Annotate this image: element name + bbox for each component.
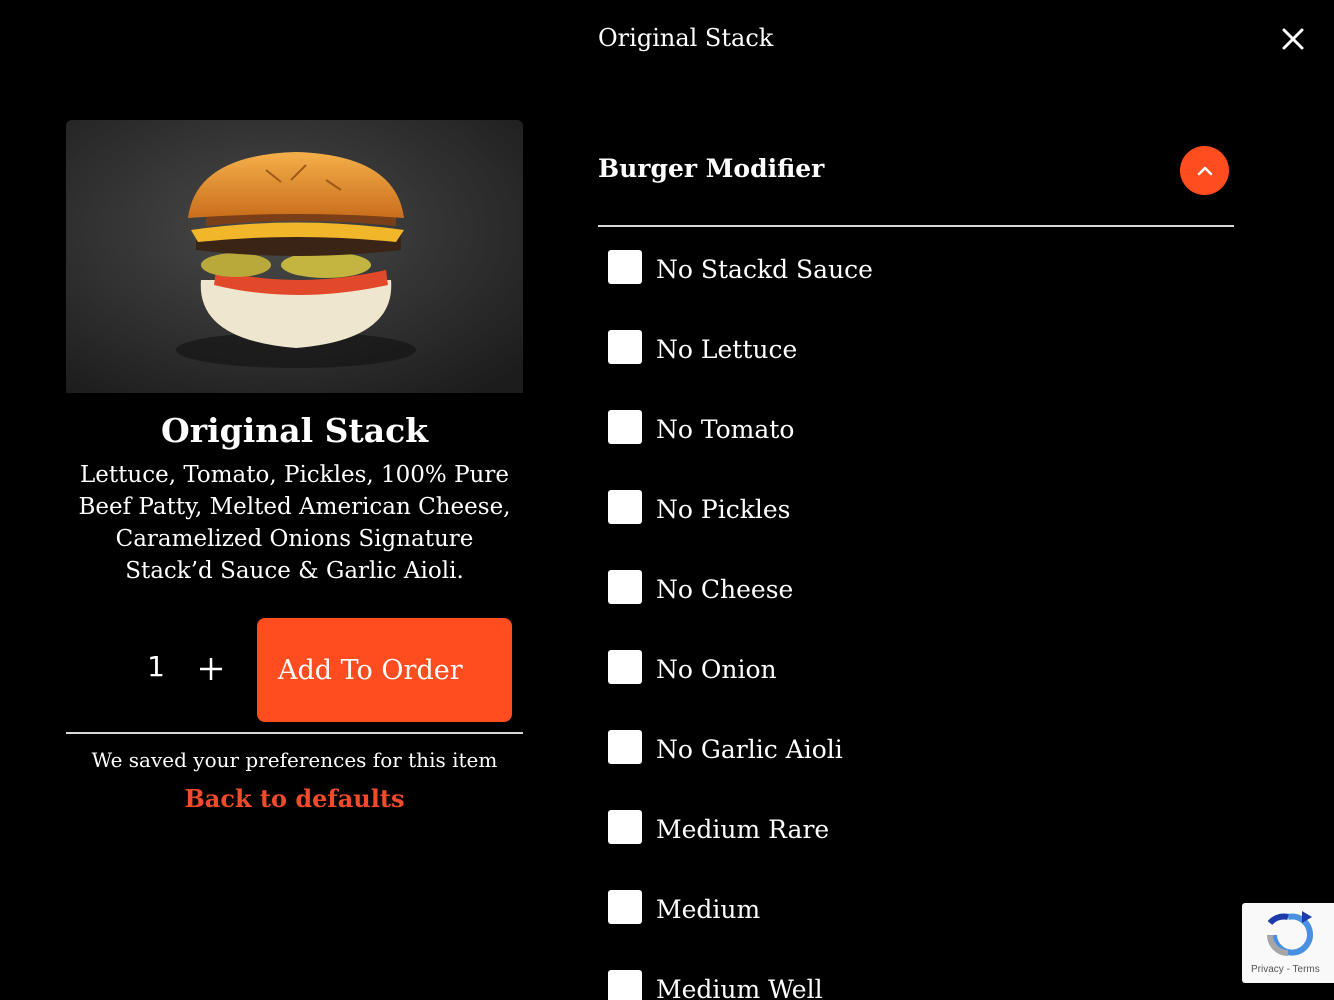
collapse-button[interactable] [1180,146,1229,195]
modifier-option[interactable]: No Cheese [608,570,1208,610]
section-divider [598,225,1234,227]
modifier-option[interactable]: No Pickles [608,490,1208,530]
link-separator: - [1283,964,1293,975]
privacy-link[interactable]: Privacy [1251,964,1284,975]
quantity-value: 1 [147,650,165,683]
option-checkbox[interactable] [608,730,642,764]
modifier-section-title: Burger Modifier [598,154,825,183]
order-controls: 1 Add To Order [66,618,523,722]
modifier-option[interactable]: No Onion [608,650,1208,690]
modifier-option[interactable]: Medium Well [608,970,1208,1000]
option-label: Medium [656,895,761,924]
terms-link[interactable]: Terms [1293,964,1320,975]
divider [66,732,523,734]
option-checkbox[interactable] [608,410,642,444]
option-label: No Tomato [656,415,795,444]
option-checkbox[interactable] [608,330,642,364]
option-label: No Lettuce [656,335,798,364]
add-to-order-button[interactable]: Add To Order [257,618,512,722]
product-description: Lettuce, Tomato, Pickles, 100% Pure Beef… [78,462,511,584]
option-label: No Cheese [656,575,794,604]
plus-icon[interactable] [196,654,226,684]
recaptcha-badge[interactable]: Privacy - Terms [1242,903,1334,983]
option-checkbox[interactable] [608,250,642,284]
product-name: Original Stack [160,411,429,450]
option-label: Medium Well [656,975,823,1000]
chevron-up-icon [1197,166,1212,175]
recaptcha-links: Privacy - Terms [1251,964,1320,975]
option-checkbox[interactable] [608,490,642,524]
saved-preferences-note: We saved your preferences for this item [91,748,498,772]
option-label: No Pickles [656,495,791,524]
option-checkbox[interactable] [608,810,642,844]
modal-title: Original Stack [598,24,774,52]
option-checkbox[interactable] [608,890,642,924]
option-label: No Stackd Sauce [656,255,873,284]
close-icon[interactable] [1278,24,1308,54]
modifier-option[interactable]: Medium Rare [608,810,1208,850]
option-checkbox[interactable] [608,650,642,684]
recaptcha-icon [1267,911,1313,956]
option-label: No Garlic Aioli [656,735,843,764]
modifier-option[interactable]: No Lettuce [608,330,1208,370]
modifier-option[interactable]: No Stackd Sauce [608,250,1208,290]
product-image [66,120,523,393]
option-checkbox[interactable] [608,970,642,1000]
modifier-option[interactable]: No Tomato [608,410,1208,450]
product-panel: Original Stack Lettuce, Tomato, Pickles,… [66,120,523,587]
option-checkbox[interactable] [608,570,642,604]
option-label: Medium Rare [656,815,830,844]
modifier-option[interactable]: No Garlic Aioli [608,730,1208,770]
modifier-option[interactable]: Medium [608,890,1208,930]
back-to-defaults-link[interactable]: Back to defaults [66,784,523,813]
option-label: No Onion [656,655,777,684]
